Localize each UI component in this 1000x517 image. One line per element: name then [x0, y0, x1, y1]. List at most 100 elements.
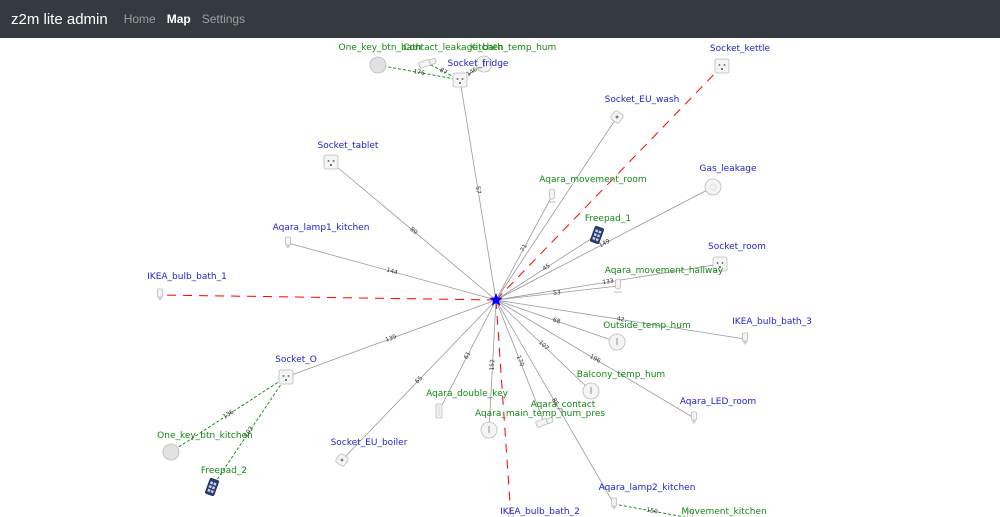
- temp-sensor-icon: [608, 333, 626, 351]
- app-title[interactable]: z2m lite admin: [11, 11, 108, 28]
- link-coordinator-aqara_lamp1_kitchen: 144: [287, 242, 497, 301]
- link-coordinator-socket_fridge: 57: [459, 79, 497, 301]
- device-label[interactable]: IKEA_bulb_bath_3: [732, 317, 812, 327]
- device-label[interactable]: Aqara_lamp2_kitchen: [599, 483, 696, 493]
- motion-sensor-icon: [614, 278, 622, 293]
- temp-sensor-icon: [582, 382, 600, 400]
- gas-sensor-icon: [704, 178, 722, 196]
- device-node-aqara_movement_hallway[interactable]: Aqara_movement_hallway: [605, 266, 724, 293]
- link-aqara_lamp2_kitchen-movement_kitchen: 150: [613, 503, 688, 517]
- device-label[interactable]: Socket_EU_boiler: [331, 438, 408, 448]
- socket-icon: [278, 369, 294, 385]
- socket-icon: [452, 72, 468, 88]
- socket-icon: [714, 58, 730, 74]
- device-label[interactable]: Aqara_movement_hallway: [605, 266, 724, 276]
- device-node-gas_leakage[interactable]: Gas_leakage: [699, 164, 757, 196]
- device-node-one_key_btn_kitchen[interactable]: One_key_btn_kitchen: [157, 431, 253, 461]
- link-lqi-label: 89: [408, 226, 418, 236]
- link-lqi-label: 144: [386, 267, 399, 277]
- device-label[interactable]: Socket_room: [708, 242, 766, 252]
- device-label[interactable]: Balcony_temp_hum: [577, 370, 665, 380]
- device-node-ikea_bulb_bath_1[interactable]: IKEA_bulb_bath_1: [147, 272, 227, 301]
- link-line: [159, 294, 497, 301]
- link-coordinator-socket_o: 139: [285, 299, 497, 378]
- device-node-socket_eu_boiler[interactable]: Socket_EU_boiler: [331, 438, 408, 467]
- device-label[interactable]: Socket_O: [275, 355, 317, 365]
- link-lqi-label: 133: [602, 278, 615, 287]
- link-lqi-label: 152: [489, 359, 497, 371]
- device-node-socket_o[interactable]: Socket_O: [275, 355, 317, 385]
- link-lqi-label: 45: [541, 262, 551, 272]
- device-label[interactable]: Aqara_lamp1_kitchen: [273, 223, 370, 233]
- device-label[interactable]: Kitchen_temp_hum: [470, 43, 557, 53]
- bulb-icon: [157, 288, 163, 301]
- device-node-aqara_led_room[interactable]: Aqara_LED_room: [680, 397, 756, 424]
- device-label[interactable]: Socket_kettle: [710, 44, 771, 54]
- links-layer: 578914971451441335368 4213910761 170152196…: [159, 62, 746, 517]
- temp-sensor-icon: [480, 421, 498, 439]
- bulb-icon: [611, 497, 617, 510]
- network-map[interactable]: 578914971451441335368 4213910761 170152196…: [0, 38, 1000, 517]
- device-node-aqara_lamp1_kitchen[interactable]: Aqara_lamp1_kitchen: [273, 223, 370, 249]
- link-lqi-label: 170: [515, 354, 526, 367]
- link-lqi-label: 57: [474, 186, 482, 195]
- link-lqi-label: 150: [646, 507, 659, 516]
- device-label[interactable]: Aqara_LED_room: [680, 397, 756, 407]
- top-navbar: z2m lite admin Home Map Settings: [0, 0, 1000, 38]
- nodes-layer: One_key_btn_bathContact_leakage_bathKitc…: [147, 43, 812, 517]
- device-node-aqara_movement_room[interactable]: Aqara_movement_room: [539, 175, 647, 203]
- device-label[interactable]: One_key_btn_kitchen: [157, 431, 253, 441]
- device-label[interactable]: IKEA_bulb_bath_1: [147, 272, 227, 282]
- device-label[interactable]: Gas_leakage: [699, 164, 757, 174]
- device-label[interactable]: IKEA_bulb_bath_2: [500, 507, 580, 517]
- link-lqi-label: 196: [588, 353, 602, 365]
- link-lqi-label: 139: [384, 333, 397, 344]
- wall-switch-icon: [435, 403, 443, 419]
- nav-home-link[interactable]: Home: [124, 12, 156, 26]
- device-label[interactable]: Freepad_2: [201, 466, 247, 476]
- nav-map-link[interactable]: Map: [167, 12, 191, 26]
- device-node-outside_temp_hum[interactable]: Outside_temp_hum: [603, 321, 691, 351]
- keypad-icon: [205, 477, 219, 497]
- bulb-icon: [691, 411, 697, 424]
- device-node-movement_kitchen[interactable]: Movement_kitchen: [681, 507, 767, 517]
- device-node-freepad_2[interactable]: Freepad_2: [201, 466, 247, 497]
- link-lqi-label: 61: [463, 350, 473, 360]
- round-button-icon: [162, 443, 180, 461]
- device-label[interactable]: Freepad_1: [585, 214, 631, 224]
- device-label[interactable]: Outside_temp_hum: [603, 321, 690, 331]
- device-node-socket_fridge[interactable]: Socket_fridge: [448, 59, 509, 88]
- device-label[interactable]: Socket_tablet: [318, 141, 379, 151]
- device-node-ikea_bulb_bath_3[interactable]: IKEA_bulb_bath_3: [732, 317, 812, 345]
- device-label[interactable]: Aqara_movement_room: [539, 175, 646, 185]
- device-label[interactable]: Movement_kitchen: [681, 507, 766, 517]
- link-coordinator-socket_eu_wash: [495, 116, 618, 301]
- device-node-socket_tablet[interactable]: Socket_tablet: [318, 141, 379, 170]
- link-lqi-label: 53: [553, 289, 562, 297]
- device-label[interactable]: Aqara_main_temp_hum_pres: [475, 409, 605, 419]
- device-node-socket_kettle[interactable]: Socket_kettle: [710, 44, 771, 74]
- motion-sensor-icon: [548, 188, 556, 203]
- link-coordinator-ikea_bulb_bath_3: 42: [495, 299, 746, 340]
- link-coordinator-ikea_bulb_bath_1: [159, 294, 497, 301]
- nav-settings-link[interactable]: Settings: [202, 12, 245, 26]
- round-button-icon: [369, 56, 387, 74]
- link-coordinator-socket_eu_boiler: 65: [341, 299, 497, 461]
- device-node-socket_eu_wash[interactable]: Socket_EU_wash: [605, 95, 680, 124]
- device-label[interactable]: Aqara_double_key: [426, 389, 509, 399]
- link-lqi-label: 136: [222, 408, 236, 420]
- bulb-icon: [285, 236, 291, 249]
- device-label[interactable]: Socket_fridge: [448, 59, 509, 69]
- link-lqi-label: 176: [413, 68, 426, 77]
- link-coordinator-aqara_movement_room: 71: [495, 195, 553, 301]
- device-node-ikea_bulb_bath_2[interactable]: IKEA_bulb_bath_2: [500, 507, 580, 517]
- link-lqi-label: 71: [519, 243, 529, 253]
- contact-sensor-icon: [418, 57, 437, 69]
- link-lqi-label: 68: [552, 316, 562, 325]
- link-line: [495, 116, 618, 301]
- device-node-balcony_temp_hum[interactable]: Balcony_temp_hum: [577, 370, 665, 400]
- socket-icon: [323, 154, 339, 170]
- device-label[interactable]: Socket_EU_wash: [605, 95, 680, 105]
- bulb-icon: [742, 332, 748, 345]
- plug-icon: [610, 110, 624, 124]
